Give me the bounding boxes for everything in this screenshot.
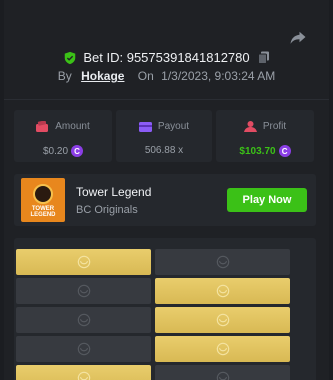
tile-emblem-icon <box>216 313 229 327</box>
tile-emblem-icon <box>77 284 90 298</box>
copy-icon[interactable] <box>257 51 270 64</box>
tower-tile-hidden[interactable] <box>16 307 151 333</box>
tile-emblem-icon <box>216 342 229 356</box>
card-icon <box>138 121 152 132</box>
bet-date: 1/3/2023, 9:03:24 AM <box>161 69 276 83</box>
coin-icon: C <box>278 145 291 157</box>
tower-tile-revealed[interactable] <box>16 249 151 275</box>
tile-emblem-icon <box>77 342 90 356</box>
tile-emblem-icon <box>216 284 229 298</box>
tower-tile-hidden[interactable] <box>155 249 290 275</box>
bet-stats: Amount $0.20 C Payout 506.88 x Profit $1… <box>14 110 314 162</box>
stat-value: $0.20 <box>42 145 69 157</box>
thumbnail-text: TOWER LEGEND <box>30 206 56 218</box>
wallet-icon <box>36 121 49 132</box>
stat-label: Amount <box>55 121 90 132</box>
user-link[interactable]: Hokage <box>81 69 124 83</box>
on-label: On <box>137 69 154 83</box>
bet-id-row: Bet ID: 95575391841812780 <box>0 50 333 65</box>
stat-label: Payout <box>157 121 190 132</box>
game-title: Tower Legend <box>76 185 152 199</box>
tile-emblem-icon <box>77 371 90 380</box>
game-card: TOWER LEGEND Tower Legend BC Originals P… <box>14 174 316 226</box>
profit-icon <box>243 121 257 132</box>
game-hero-icon <box>33 184 53 204</box>
shield-check-icon <box>65 51 76 64</box>
tower-tile-hidden[interactable] <box>155 365 290 380</box>
bet-byline: By Hokage On 1/3/2023, 9:03:24 AM <box>0 69 333 83</box>
play-now-button[interactable]: Play Now <box>227 188 307 212</box>
tower-tile-revealed[interactable] <box>16 365 151 380</box>
tile-emblem-icon <box>216 255 229 269</box>
tile-emblem-icon <box>77 313 90 327</box>
stat-amount: Amount $0.20 C <box>14 110 112 162</box>
share-icon[interactable] <box>289 28 307 46</box>
tower-tile-revealed[interactable] <box>155 307 290 333</box>
tower-tile-hidden[interactable] <box>16 336 151 362</box>
tile-emblem-icon <box>77 255 90 269</box>
stat-label: Profit <box>262 121 287 132</box>
stat-profit: Profit $103.70 C <box>216 110 314 162</box>
stat-payout: Payout 506.88 x <box>116 110 212 162</box>
bet-id: Bet ID: 95575391841812780 <box>83 50 250 65</box>
tower-board <box>14 238 316 380</box>
coin-icon: C <box>71 145 84 157</box>
game-provider: BC Originals <box>76 204 138 216</box>
tile-emblem-icon <box>216 371 229 380</box>
tower-tile-hidden[interactable] <box>16 278 151 304</box>
game-thumbnail[interactable]: TOWER LEGEND <box>21 178 65 222</box>
divider <box>4 99 329 100</box>
by-label: By <box>57 69 72 83</box>
stat-value: 506.88 x <box>144 145 184 156</box>
tower-tile-revealed[interactable] <box>155 336 290 362</box>
stat-value: $103.70 <box>239 145 276 157</box>
tower-tile-revealed[interactable] <box>155 278 290 304</box>
